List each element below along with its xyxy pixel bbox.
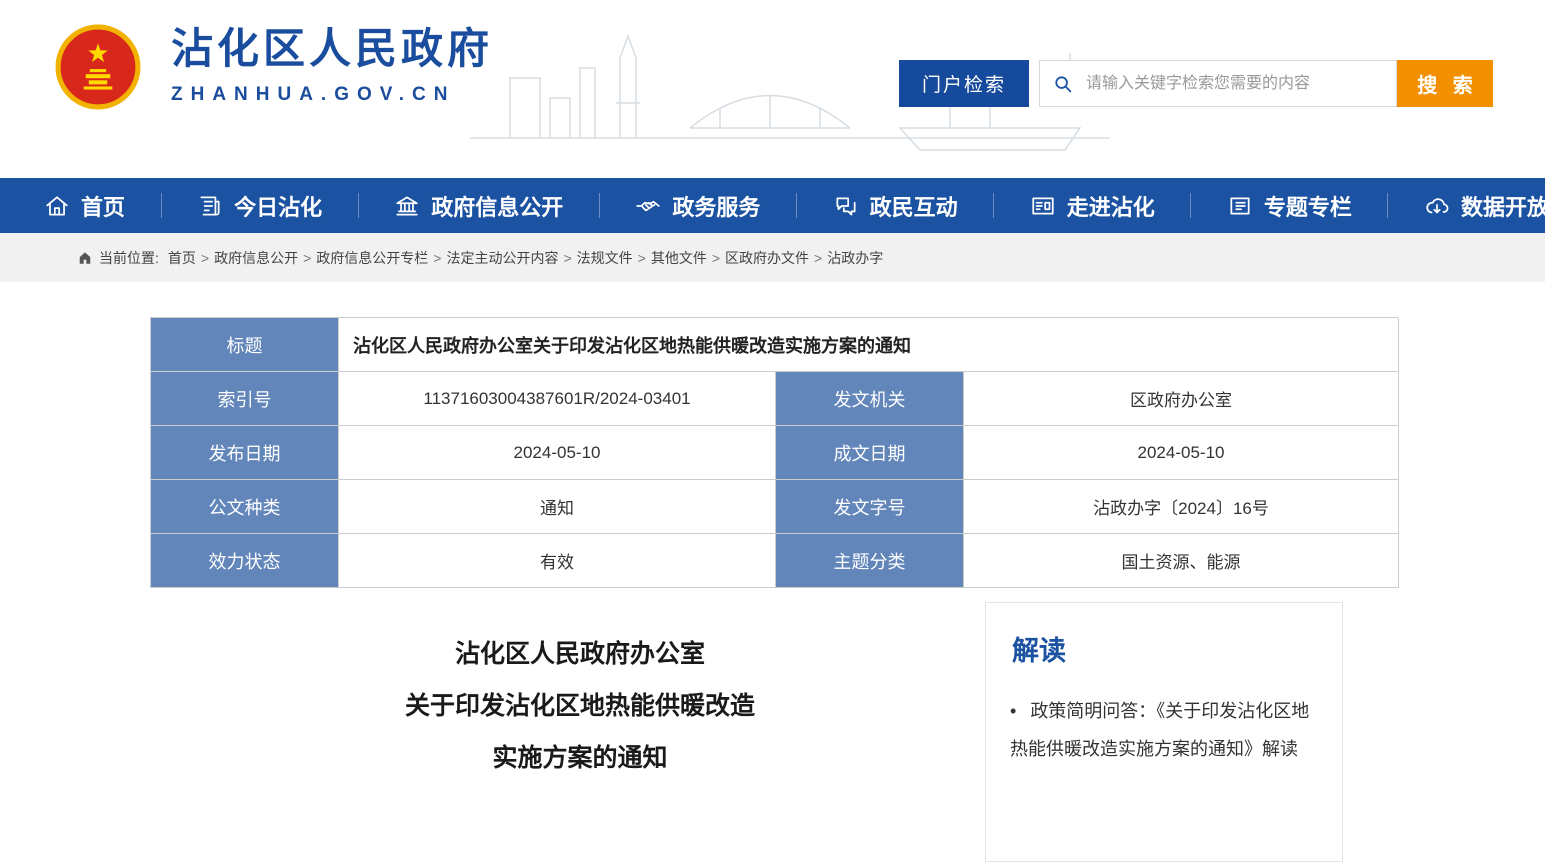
- nav-item-open-data[interactable]: 数据开放: [1398, 178, 1545, 233]
- breadcrumb-home-icon: [78, 251, 92, 265]
- meta-value-theme-category: 国土资源、能源: [964, 534, 1399, 588]
- nav-separator: [599, 193, 600, 218]
- nav-separator: [358, 193, 359, 218]
- nav-item-interaction[interactable]: 政民互动: [807, 178, 984, 233]
- portal-search-button[interactable]: 门户检索: [899, 60, 1029, 107]
- breadcrumb-item[interactable]: 首页: [168, 248, 196, 268]
- document-title-line: 实施方案的通知: [205, 732, 955, 784]
- bank-icon: [394, 193, 420, 219]
- nav-item-today[interactable]: 今日沾化: [171, 178, 348, 233]
- breadcrumb-item[interactable]: 其他文件: [651, 248, 707, 268]
- nav-item-home[interactable]: 首页: [18, 178, 151, 233]
- meta-value-validity: 有效: [339, 534, 776, 588]
- meta-value-issuing-org: 区政府办公室: [964, 372, 1399, 426]
- meta-label-publish-date: 发布日期: [151, 426, 339, 480]
- site-logo[interactable]: 沾化区人民政府 ZHANHUA.GOV.CN: [55, 24, 493, 110]
- meta-label-validity: 效力状态: [151, 534, 339, 588]
- document-title-line: 沾化区人民政府办公室: [205, 628, 955, 680]
- national-emblem-icon: [55, 24, 141, 110]
- breadcrumb: 当前位置: 首页 > 政府信息公开 > 政府信息公开专栏 > 法定主动公开内容 …: [0, 233, 1545, 282]
- site-domain: ZHANHUA.GOV.CN: [171, 84, 493, 106]
- search-input[interactable]: [1084, 74, 1384, 94]
- meta-value-title: 沾化区人民政府办公室关于印发沾化区地热能供暖改造实施方案的通知: [339, 318, 1399, 372]
- document-metadata-table: 标题 沾化区人民政府办公室关于印发沾化区地热能供暖改造实施方案的通知 索引号 1…: [150, 317, 1398, 588]
- interpretation-heading: 解读: [1012, 629, 1318, 668]
- site-name: 沾化区人民政府: [171, 28, 493, 70]
- breadcrumb-separator: >: [814, 250, 822, 266]
- handshake-icon: [635, 193, 661, 219]
- interpretation-link[interactable]: •政策简明问答：《关于印发沾化区地热能供暖改造实施方案的通知》解读: [1010, 692, 1318, 768]
- meta-label-title: 标题: [151, 318, 339, 372]
- breadcrumb-item[interactable]: 法规文件: [577, 248, 633, 268]
- meta-label-doc-type: 公文种类: [151, 480, 339, 534]
- breadcrumb-separator: >: [712, 250, 720, 266]
- bullet-icon: •: [1010, 701, 1016, 721]
- breadcrumb-separator: >: [303, 250, 311, 266]
- nav-separator: [161, 193, 162, 218]
- breadcrumb-separator: >: [563, 250, 571, 266]
- search-icon: [1052, 73, 1074, 95]
- article-column: 沾化区人民政府办公室 关于印发沾化区地热能供暖改造 实施方案的通知: [150, 602, 955, 862]
- breadcrumb-prefix: 当前位置:: [99, 248, 159, 268]
- meta-value-written-date: 2024-05-10: [964, 426, 1399, 480]
- meta-value-doc-type: 通知: [339, 480, 776, 534]
- nav-separator: [993, 193, 994, 218]
- breadcrumb-item[interactable]: 政府信息公开专栏: [316, 248, 428, 268]
- card-icon: [1030, 193, 1056, 219]
- home-icon: [44, 193, 70, 219]
- nav-separator: [1190, 193, 1191, 218]
- document-title-line: 关于印发沾化区地热能供暖改造: [205, 680, 955, 732]
- meta-label-written-date: 成文日期: [776, 426, 964, 480]
- meta-label-theme-category: 主题分类: [776, 534, 964, 588]
- breadcrumb-separator: >: [433, 250, 441, 266]
- breadcrumb-item[interactable]: 区政府办文件: [725, 248, 809, 268]
- list-icon: [1227, 193, 1253, 219]
- nav-item-services[interactable]: 政务服务: [609, 178, 786, 233]
- breadcrumb-separator: >: [201, 250, 209, 266]
- search-area: 门户检索 搜 索: [899, 60, 1493, 107]
- interpretation-panel: 解读 •政策简明问答：《关于印发沾化区地热能供暖改造实施方案的通知》解读: [985, 602, 1343, 862]
- nav-separator: [796, 193, 797, 218]
- search-button[interactable]: 搜 索: [1397, 60, 1493, 107]
- cloud-download-icon: [1424, 193, 1450, 219]
- nav-separator: [1387, 193, 1388, 218]
- nav-item-topics[interactable]: 专题专栏: [1201, 178, 1378, 233]
- interaction-icon: [833, 193, 859, 219]
- meta-label-issuing-org: 发文机关: [776, 372, 964, 426]
- nav-item-about[interactable]: 走进沾化: [1004, 178, 1181, 233]
- search-box: [1039, 60, 1397, 107]
- meta-label-index-no: 索引号: [151, 372, 339, 426]
- meta-value-index-no: 11371603004387601R/2024-03401: [339, 372, 776, 426]
- meta-value-publish-date: 2024-05-10: [339, 426, 776, 480]
- news-icon: [197, 193, 223, 219]
- meta-value-doc-number: 沾政办字〔2024〕16号: [964, 480, 1399, 534]
- breadcrumb-item[interactable]: 沾政办字: [827, 248, 883, 268]
- site-header: 沾化区人民政府 ZHANHUA.GOV.CN 门户检索 搜 索: [0, 0, 1545, 178]
- breadcrumb-item[interactable]: 政府信息公开: [214, 248, 298, 268]
- meta-label-doc-number: 发文字号: [776, 480, 964, 534]
- breadcrumb-item[interactable]: 法定主动公开内容: [446, 248, 558, 268]
- main-navigation: 首页 今日沾化 政府信息公开 政务服务 政民互动: [0, 178, 1545, 233]
- breadcrumb-separator: >: [638, 250, 646, 266]
- content-area: 沾化区人民政府办公室 关于印发沾化区地热能供暖改造 实施方案的通知 解读 •政策…: [150, 602, 1398, 862]
- nav-item-gov-info[interactable]: 政府信息公开: [368, 178, 589, 233]
